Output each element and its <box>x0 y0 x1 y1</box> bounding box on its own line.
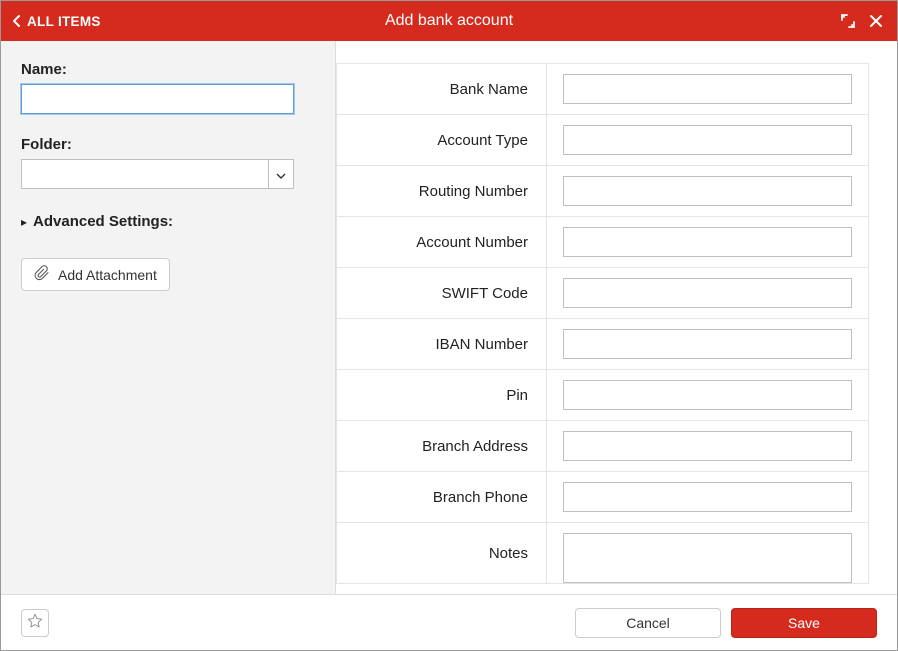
pin-label: Pin <box>337 370 547 420</box>
chevron-left-icon <box>13 15 21 27</box>
iban_number-input[interactable] <box>563 329 852 359</box>
form-row-branch_phone: Branch Phone <box>337 472 868 523</box>
notes-label: Notes <box>337 523 547 583</box>
swift_code-label: SWIFT Code <box>337 268 547 318</box>
chevron-down-icon <box>276 166 286 182</box>
account_type-cell <box>547 115 868 165</box>
form-row-swift_code: SWIFT Code <box>337 268 868 319</box>
paperclip-icon <box>34 265 50 284</box>
dialog-add-bank-account: ALL ITEMS Add bank account Name: Folder: <box>0 0 898 651</box>
account_number-label: Account Number <box>337 217 547 267</box>
titlebar: ALL ITEMS Add bank account <box>1 1 897 41</box>
add-attachment-button[interactable]: Add Attachment <box>21 258 170 291</box>
favorite-toggle[interactable] <box>21 609 49 637</box>
bank_name-label: Bank Name <box>337 64 547 114</box>
cancel-button[interactable]: Cancel <box>575 608 721 638</box>
form-row-account_type: Account Type <box>337 115 868 166</box>
form-row-branch_address: Branch Address <box>337 421 868 472</box>
caret-right-icon: ▸ <box>21 215 27 229</box>
branch_address-cell <box>547 421 868 471</box>
name-input[interactable] <box>21 84 294 114</box>
branch_address-label: Branch Address <box>337 421 547 471</box>
form-panel[interactable]: Bank NameAccount TypeRouting NumberAccou… <box>336 41 897 594</box>
routing_number-input[interactable] <box>563 176 852 206</box>
bank_name-input[interactable] <box>563 74 852 104</box>
swift_code-cell <box>547 268 868 318</box>
iban_number-cell <box>547 319 868 369</box>
swift_code-input[interactable] <box>563 278 852 308</box>
notes-cell <box>547 523 868 583</box>
advanced-settings-label: Advanced Settings: <box>33 213 173 230</box>
account_number-input[interactable] <box>563 227 852 257</box>
form-row-iban_number: IBAN Number <box>337 319 868 370</box>
routing_number-cell <box>547 166 868 216</box>
branch_phone-input[interactable] <box>563 482 852 512</box>
close-icon[interactable] <box>869 14 883 28</box>
form-row-bank_name: Bank Name <box>337 64 868 115</box>
routing_number-label: Routing Number <box>337 166 547 216</box>
account_type-input[interactable] <box>563 125 852 155</box>
breadcrumb-label: ALL ITEMS <box>27 14 101 29</box>
pin-input[interactable] <box>563 380 852 410</box>
left-panel: Name: Folder: ▸ Advanced Settings: <box>1 41 336 594</box>
bank_name-cell <box>547 64 868 114</box>
folder-label: Folder: <box>21 136 315 153</box>
pin-cell <box>547 370 868 420</box>
account_number-cell <box>547 217 868 267</box>
form-row-notes: Notes <box>337 523 868 584</box>
branch_address-input[interactable] <box>563 431 852 461</box>
add-attachment-label: Add Attachment <box>58 267 157 283</box>
folder-select-value[interactable] <box>21 159 268 189</box>
breadcrumb-back[interactable]: ALL ITEMS <box>1 14 101 29</box>
form-table: Bank NameAccount TypeRouting NumberAccou… <box>336 63 869 584</box>
folder-select[interactable] <box>21 159 294 189</box>
star-icon <box>27 613 43 632</box>
name-label: Name: <box>21 61 315 78</box>
save-button[interactable]: Save <box>731 608 877 638</box>
form-row-pin: Pin <box>337 370 868 421</box>
branch_phone-cell <box>547 472 868 522</box>
expand-icon[interactable] <box>841 14 855 28</box>
account_type-label: Account Type <box>337 115 547 165</box>
dialog-title: Add bank account <box>1 12 897 30</box>
iban_number-label: IBAN Number <box>337 319 547 369</box>
footer: Cancel Save <box>1 594 897 650</box>
form-row-account_number: Account Number <box>337 217 868 268</box>
notes-input[interactable] <box>563 533 852 583</box>
folder-select-toggle[interactable] <box>268 159 294 189</box>
advanced-settings-toggle[interactable]: ▸ Advanced Settings: <box>21 213 315 230</box>
form-row-routing_number: Routing Number <box>337 166 868 217</box>
branch_phone-label: Branch Phone <box>337 472 547 522</box>
